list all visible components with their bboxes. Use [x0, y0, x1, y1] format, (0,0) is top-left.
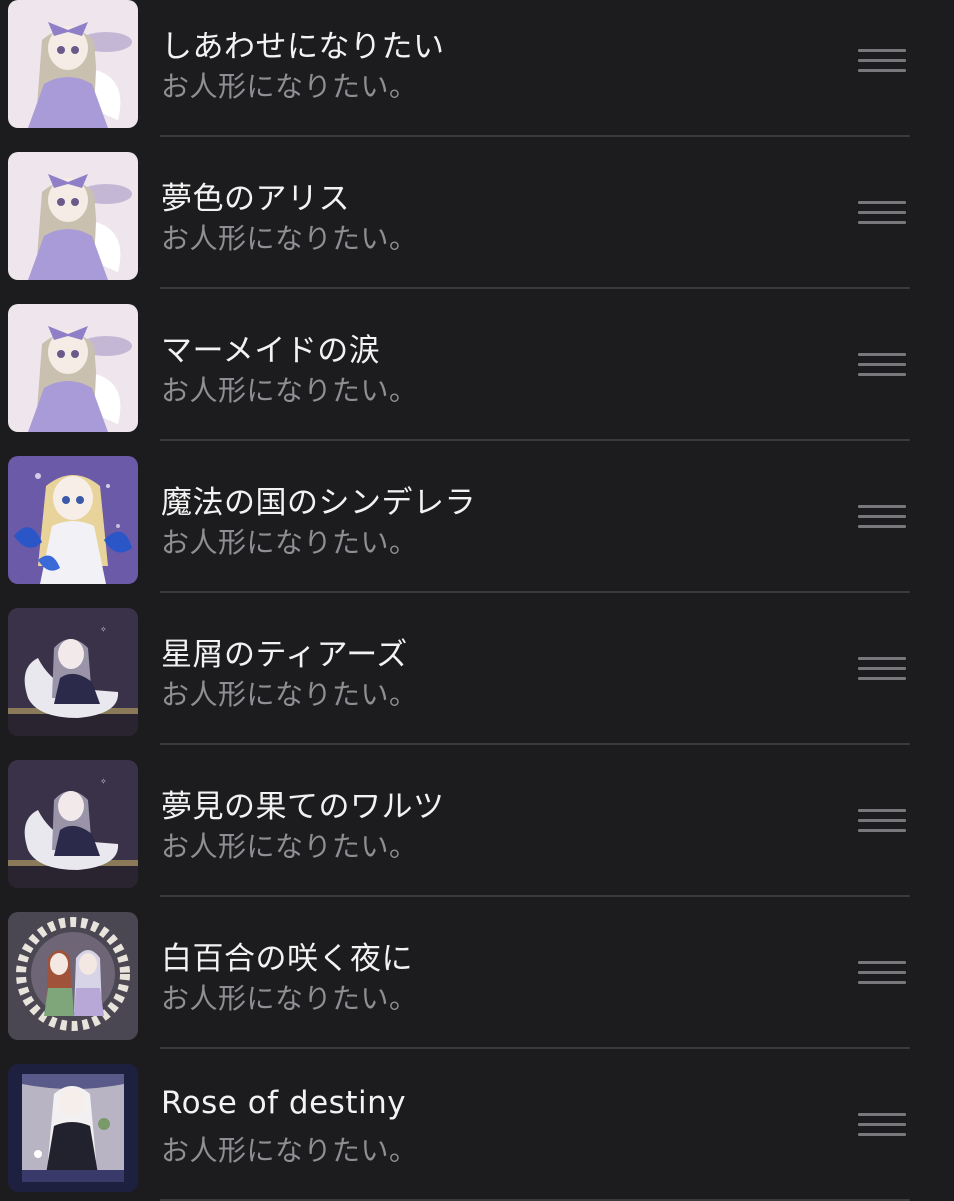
song-title: 星屑のティアーズ — [161, 637, 408, 673]
artist-name: お人形になりたい。 — [161, 1134, 418, 1167]
album-artwork — [8, 1064, 138, 1192]
artist-name: お人形になりたい。 — [161, 982, 418, 1015]
two-dolls-flower-wreath-artwork — [8, 912, 138, 1040]
artist-name: お人形になりたい。 — [161, 830, 418, 863]
list-item[interactable]: 魔法の国のシンデレラ お人形になりたい。 — [0, 441, 954, 593]
doll-on-swan-artwork: ✧ — [8, 760, 138, 888]
album-artwork — [8, 456, 138, 584]
song-title: 白百合の咲く夜に — [161, 941, 413, 977]
svg-text:✧: ✧ — [100, 625, 107, 634]
reorder-handle-icon[interactable] — [858, 961, 906, 985]
song-title: Rose of destiny — [161, 1085, 407, 1121]
song-title: しあわせになりたい — [161, 29, 445, 65]
song-title: マーメイドの涙 — [161, 333, 381, 369]
list-item[interactable]: しあわせになりたい お人形になりたい。 — [0, 0, 954, 137]
album-artwork — [8, 152, 138, 280]
artist-name: お人形になりたい。 — [161, 70, 418, 103]
artist-name: お人形になりたい。 — [161, 374, 418, 407]
artist-name: お人形になりたい。 — [161, 526, 418, 559]
lavender-bow-doll-artwork — [8, 152, 138, 280]
list-item[interactable]: ✧ 星屑のティアーズ お人形になりたい。 — [0, 593, 954, 745]
reorder-handle-icon[interactable] — [858, 505, 906, 529]
album-artwork — [8, 912, 138, 1040]
list-item[interactable]: 白百合の咲く夜に お人形になりたい。 — [0, 897, 954, 1049]
song-list: しあわせになりたい お人形になりたい。 夢色のアリス お人形になりたい。 マーメ… — [0, 0, 954, 1201]
blonde-doll-blue-butterflies-artwork — [8, 456, 138, 584]
song-title: 魔法の国のシンデレラ — [161, 485, 476, 521]
doll-on-swan-artwork: ✧ — [8, 608, 138, 736]
reorder-handle-icon[interactable] — [858, 657, 906, 681]
lavender-bow-doll-artwork — [8, 0, 138, 128]
reorder-handle-icon[interactable] — [858, 353, 906, 377]
album-artwork — [8, 304, 138, 432]
list-item[interactable]: マーメイドの涙 お人形になりたい。 — [0, 289, 954, 441]
white-haired-doll-frame-artwork — [8, 1064, 138, 1192]
reorder-handle-icon[interactable] — [858, 201, 906, 225]
song-title: 夢色のアリス — [161, 181, 350, 217]
artist-name: お人形になりたい。 — [161, 222, 418, 255]
album-artwork: ✧ — [8, 760, 138, 888]
artist-name: お人形になりたい。 — [161, 678, 418, 711]
reorder-handle-icon[interactable] — [858, 49, 906, 73]
lavender-bow-doll-artwork — [8, 304, 138, 432]
album-artwork — [8, 0, 138, 128]
list-item[interactable]: Rose of destiny お人形になりたい。 — [0, 1049, 954, 1201]
song-title: 夢見の果てのワルツ — [161, 789, 445, 825]
list-item[interactable]: ✧ 夢見の果てのワルツ お人形になりたい。 — [0, 745, 954, 897]
svg-text:✧: ✧ — [100, 777, 107, 786]
reorder-handle-icon[interactable] — [858, 809, 906, 833]
reorder-handle-icon[interactable] — [858, 1113, 906, 1137]
album-artwork: ✧ — [8, 608, 138, 736]
list-item[interactable]: 夢色のアリス お人形になりたい。 — [0, 137, 954, 289]
